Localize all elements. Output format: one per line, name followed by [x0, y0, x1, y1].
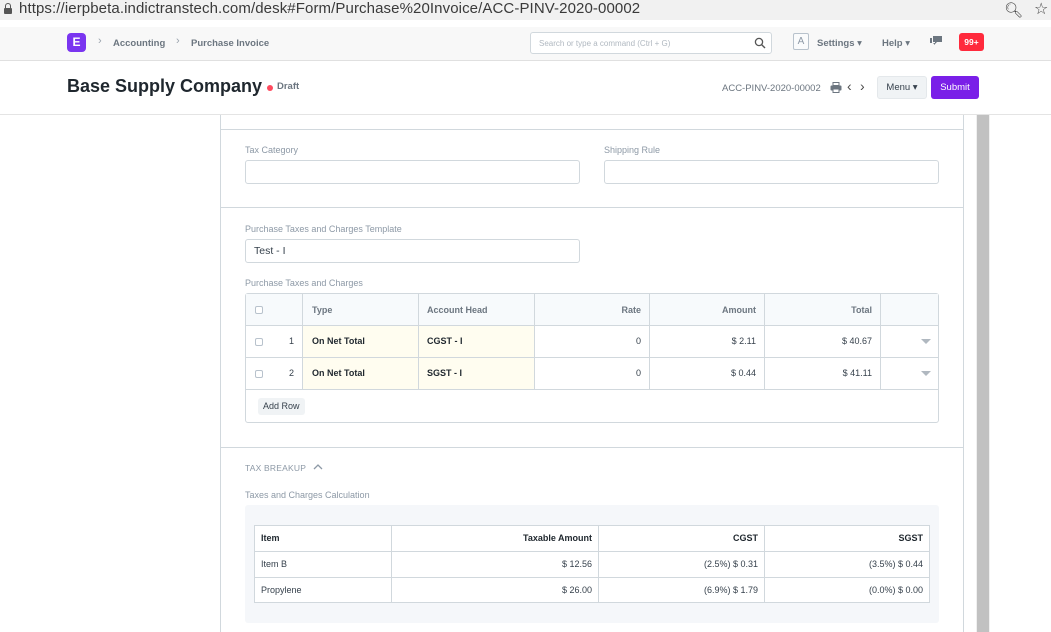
- row-edit-caret-icon[interactable]: [921, 339, 931, 344]
- breakup-sgst: (0.0%) $ 0.00: [868, 585, 923, 595]
- table-row[interactable]: 1 On Net Total CGST - I 0 $ 2.11 $ 40.67: [246, 326, 938, 358]
- page-header: Base Supply Company Draft ACC-PINV-2020-…: [0, 61, 1051, 115]
- next-doc-icon[interactable]: ›: [860, 78, 865, 94]
- tax-breakup-section-title[interactable]: TAX BREAKUP: [245, 463, 306, 473]
- breakup-cgst: (6.9%) $ 1.79: [599, 578, 765, 603]
- breakup-header-taxable: Taxable Amount: [392, 526, 599, 551]
- row-index: 2: [288, 368, 294, 378]
- search-icon: [754, 37, 766, 49]
- breakup-header-sgst: SGST: [898, 533, 923, 543]
- search-placeholder: Search or type a command (Ctrl + G): [539, 39, 671, 48]
- breakup-header-row: Item Taxable Amount CGST SGST: [255, 526, 929, 552]
- shipping-rule-label: Shipping Rule: [604, 145, 661, 155]
- chevron-right-icon: ›: [98, 35, 102, 47]
- template-input[interactable]: Test - I: [245, 239, 580, 263]
- table-row: Propylene $ 26.00 (6.9%) $ 1.79 (0.0%) $…: [255, 578, 929, 604]
- tax-category-input[interactable]: [245, 160, 580, 184]
- breakup-cgst: (2.5%) $ 0.31: [599, 552, 765, 577]
- notifications-badge[interactable]: 99+: [959, 33, 984, 51]
- grid-header-total: Total: [765, 294, 881, 326]
- submit-button[interactable]: Submit: [931, 76, 979, 99]
- row-account-head[interactable]: CGST - I: [419, 326, 535, 357]
- document-name: ACC-PINV-2020-00002: [722, 83, 821, 94]
- grid-header-row: Type Account Head Rate Amount Total: [246, 294, 938, 326]
- section-divider: [221, 207, 963, 208]
- grid-header-rate: Rate: [535, 294, 650, 326]
- row-total[interactable]: $ 41.11: [765, 358, 881, 389]
- grid-header-account: Account Head: [419, 294, 535, 326]
- row-account-head[interactable]: SGST - I: [419, 358, 535, 389]
- row-edit-caret-icon[interactable]: [921, 371, 931, 376]
- select-all-checkbox[interactable]: [255, 306, 263, 314]
- calculation-label: Taxes and Charges Calculation: [245, 490, 370, 500]
- row-index: 1: [288, 336, 294, 346]
- settings-dropdown[interactable]: Settings ▾: [817, 38, 862, 49]
- erpnext-logo[interactable]: E: [67, 33, 86, 52]
- app-navbar: E › Accounting › Purchase Invoice Search…: [0, 27, 1051, 61]
- user-avatar[interactable]: A: [793, 33, 809, 50]
- breakup-taxable: $ 26.00: [392, 578, 599, 603]
- bookmark-star-icon[interactable]: ☆: [1034, 0, 1048, 19]
- breadcrumb-purchase-invoice[interactable]: Purchase Invoice: [191, 38, 269, 49]
- chevron-right-icon: ›: [176, 35, 180, 47]
- row-type[interactable]: On Net Total: [303, 326, 419, 357]
- section-divider: [221, 447, 963, 448]
- grid-header-select: [246, 294, 303, 326]
- taxes-table-label: Purchase Taxes and Charges: [245, 278, 363, 288]
- row-amount[interactable]: $ 2.11: [650, 326, 765, 357]
- print-icon[interactable]: [830, 82, 842, 93]
- row-select: 1: [246, 326, 303, 357]
- breakup-item: Item B: [255, 552, 392, 577]
- breakup-header-cgst: CGST: [599, 526, 765, 551]
- scrollbar-thumb[interactable]: [977, 115, 989, 632]
- chat-icon[interactable]: [929, 35, 943, 47]
- search-input[interactable]: Search or type a command (Ctrl + G): [530, 32, 772, 54]
- url-text[interactable]: https://ierpbeta.indictranstech.com/desk…: [19, 0, 640, 17]
- row-checkbox[interactable]: [255, 370, 263, 378]
- browser-url-bar: https://ierpbeta.indictranstech.com/desk…: [0, 0, 1051, 20]
- page-title: Base Supply Company: [67, 76, 263, 96]
- form-card: Tax Category Shipping Rule Purchase Taxe…: [220, 115, 964, 632]
- previous-doc-icon[interactable]: ‹: [847, 78, 852, 94]
- breakup-header-item: Item: [255, 526, 392, 551]
- row-amount[interactable]: $ 0.44: [650, 358, 765, 389]
- chevron-up-icon[interactable]: [313, 463, 323, 471]
- menu-button[interactable]: Menu ▾: [877, 76, 927, 99]
- table-row: Item B $ 12.56 (2.5%) $ 0.31 (3.5%) $ 0.…: [255, 552, 929, 578]
- template-label: Purchase Taxes and Charges Template: [245, 224, 402, 234]
- row-rate[interactable]: 0: [535, 358, 650, 389]
- breakup-taxable: $ 12.56: [392, 552, 599, 577]
- help-dropdown[interactable]: Help ▾: [882, 38, 910, 49]
- row-rate[interactable]: 0: [535, 326, 650, 357]
- row-type[interactable]: On Net Total: [303, 358, 419, 389]
- calculation-box: Item Taxable Amount CGST SGST Item B $ 1…: [245, 505, 939, 623]
- row-total[interactable]: $ 40.67: [765, 326, 881, 357]
- grid-header-type: Type: [303, 294, 419, 326]
- row-select: 2: [246, 358, 303, 389]
- tax-category-label: Tax Category: [245, 145, 299, 155]
- lock-icon: [4, 3, 12, 14]
- zoom-icon[interactable]: 🔍︎: [1004, 1, 1023, 19]
- breakup-item: Propylene: [255, 578, 392, 603]
- grid-header-amount: Amount: [650, 294, 765, 326]
- shipping-rule-input[interactable]: [604, 160, 939, 184]
- tax-breakup-table: Item Taxable Amount CGST SGST Item B $ 1…: [254, 525, 930, 603]
- add-row-button[interactable]: Add Row: [258, 398, 305, 415]
- section-divider: [221, 129, 963, 130]
- row-checkbox[interactable]: [255, 338, 263, 346]
- breadcrumb-accounting[interactable]: Accounting: [113, 38, 165, 49]
- taxes-grid: Type Account Head Rate Amount Total 1 On…: [245, 293, 939, 423]
- status-indicator-dot: [267, 85, 273, 91]
- table-row[interactable]: 2 On Net Total SGST - I 0 $ 0.44 $ 41.11: [246, 358, 938, 390]
- status-badge: Draft: [277, 81, 300, 92]
- breakup-sgst: (3.5%) $ 0.44: [868, 559, 923, 569]
